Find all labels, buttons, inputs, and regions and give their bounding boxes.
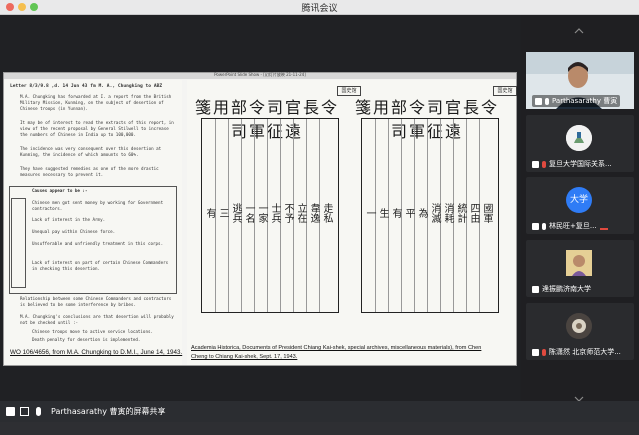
causes-heading: Causes appear to be :- — [32, 188, 88, 193]
participant-4-avatar — [566, 250, 592, 276]
cn2-col-8: 有 — [390, 208, 401, 218]
participant-2-avatar — [566, 125, 592, 151]
doc-right-caption-line-2: Cheng to Chiang Kai-shek, Sept. 17, 1943… — [191, 354, 298, 360]
doc-paragraph-6: M.A. Chungking's conclusions are that de… — [20, 314, 174, 325]
participant-2-name: 复旦大学国际关系... — [549, 160, 612, 168]
participant-tile-3[interactable]: 大学 林民旺+复旦... — [526, 177, 634, 234]
cn1-col-6: 一家 — [256, 203, 267, 223]
mic-icon — [542, 222, 546, 230]
cn2-col-3: 統計 — [455, 203, 466, 223]
cn1-col-2: 韋逸 — [308, 203, 319, 223]
cn1-col-1: 走私 — [321, 203, 332, 223]
participant-3-avatar: 大学 — [566, 187, 592, 213]
doc-right-caption-line-1: Academia Historica, Documents of Preside… — [191, 345, 482, 351]
window-titlebar: 腾讯会议 — [0, 0, 639, 15]
cn1-col-10: 有 — [204, 208, 215, 218]
cn2-col-6: 為 — [416, 208, 427, 218]
participant-3-name: 林民旺+复旦... — [549, 222, 597, 230]
user-icon — [532, 348, 539, 356]
shared-window-title: PowerPoint Slide Show - [幻灯片放映 21-11-24] — [214, 72, 306, 77]
participant-5-name: 陈潇然 北京师范大学... — [549, 348, 621, 356]
participant-1-label: Parthasarathy 曹寅 — [532, 95, 621, 107]
cn2-col-1: 國軍 — [481, 203, 492, 223]
cause-2: Lack of interest in the Army. — [32, 217, 106, 222]
user-icon — [532, 160, 539, 168]
participant-4-label: 逄振鹏济南大学 — [532, 284, 591, 294]
doc-paragraph-3: The incidence was very consequent over t… — [20, 146, 162, 157]
host-icon — [535, 97, 542, 105]
cause-5: Lack of interest on part of certain Chin… — [32, 260, 169, 271]
scroll-up-button[interactable] — [574, 19, 584, 34]
screen-share-status-bar: Parthasarathy 曹寅的屏幕共享 — [0, 401, 639, 422]
signal-icon — [599, 222, 608, 230]
cn1-col-5: 士兵 — [269, 203, 280, 223]
slide-content: Letter 8/3/9.8 ,d. 14 Jun 43 fm M. A., C… — [4, 80, 517, 365]
cn1-col-9: 三 — [217, 208, 228, 218]
cn2-col-10: 一 — [364, 208, 375, 218]
participant-tile-5[interactable]: 陈潇然 北京师范大学... — [526, 303, 634, 360]
doc-paragraph-4: They have suggested remedies as one of t… — [20, 166, 159, 177]
participant-tile-2[interactable]: 复旦大学国际关系... — [526, 115, 634, 172]
doc-paragraph-5: Relationship between some Chinese Comman… — [20, 296, 172, 307]
conclusion-2: Death penalty for desertion is implement… — [32, 337, 141, 342]
mic-icon — [545, 97, 549, 105]
participant-tile-4[interactable]: 逄振鹏济南大学 — [526, 240, 634, 297]
share-screen-icon[interactable] — [20, 407, 29, 416]
chinese-page-2: 箋用部令司官長令司軍征遠 國軍 四由 統計 消耗 消滅 為 平 有 生 一 — [351, 92, 503, 313]
participant-5-label: 陈潇然 北京师范大学... — [532, 347, 621, 357]
cn1-col-8: 逃兵 — [230, 203, 241, 223]
causes-side-box — [11, 198, 26, 288]
cn2-col-7: 平 — [403, 208, 414, 218]
cause-4: Unsufferable and unfriendly treatment in… — [32, 241, 164, 246]
cn1-col-4: 不予 — [282, 203, 293, 223]
cause-3: Unequal pay within Chinese force. — [32, 229, 116, 234]
user-icon — [532, 222, 539, 230]
person-icon[interactable] — [6, 407, 15, 416]
cn2-col-9: 生 — [377, 208, 388, 218]
doc-left-caption: WO 106/4656, from M.A. Chungking to D.M.… — [10, 349, 183, 356]
mic-icon[interactable] — [36, 407, 41, 416]
participant-3-label: 林民旺+复旦... — [532, 221, 608, 231]
chinese-page-2-title: 箋用部令司官長令司軍征遠 — [354, 98, 499, 141]
participant-5-avatar — [566, 313, 592, 339]
conclusion-1: Chinese troops move to active service lo… — [32, 329, 154, 334]
chinese-page-1-title: 箋用部令司官長令司軍征遠 — [194, 98, 339, 141]
mic-muted-icon — [542, 160, 546, 168]
shared-window: PowerPoint Slide Show - [幻灯片放映 21-11-24]… — [3, 72, 517, 366]
bottom-strip — [0, 422, 639, 435]
doc-paragraph-2: It may be of interest to read the extrac… — [20, 120, 174, 137]
chinese-page-1-grid: 走私 韋逸 立在 不予 士兵 一家 一名 逃兵 三 有 — [201, 118, 339, 313]
participant-tile-1[interactable]: Parthasarathy 曹寅 — [526, 52, 634, 109]
chinese-page-2-grid: 國軍 四由 統計 消耗 消滅 為 平 有 生 一 — [361, 118, 499, 313]
share-status-text: Parthasarathy 曹寅的屏幕共享 — [51, 407, 166, 416]
scroll-down-button[interactable] — [574, 387, 584, 402]
cn1-col-3: 立在 — [295, 203, 306, 223]
cn2-col-4: 消耗 — [442, 203, 453, 223]
participant-4-name: 逄振鹏济南大学 — [542, 285, 591, 293]
cn2-col-2: 四由 — [468, 203, 479, 223]
chinese-page-1: 箋用部令司官長令司軍征遠 走私 韋逸 立在 不予 士兵 一家 一名 逃兵 三 有 — [191, 92, 343, 313]
cause-1: Chinese men got sent money by working fo… — [32, 200, 164, 211]
doc-paragraph-1: M.A. Chungking has forwarded at I. a rep… — [20, 94, 172, 111]
mic-muted-icon — [542, 348, 546, 356]
user-icon — [532, 285, 539, 293]
cn2-col-5: 消滅 — [429, 203, 440, 223]
cn1-col-7: 一名 — [243, 203, 254, 223]
participant-2-label: 复旦大学国际关系... — [532, 159, 612, 169]
archive-document-chinese: 国史馆 国史馆 箋用部令司官長令司軍征遠 走私 韋逸 立在 不予 士兵 一家 一… — [187, 80, 517, 365]
shared-window-titlebar: PowerPoint Slide Show - [幻灯片放映 21-11-24] — [4, 72, 516, 79]
doc-header: Letter 8/3/9.8 ,d. 14 Jun 43 fm M. A., C… — [10, 84, 163, 89]
window-title: 腾讯会议 — [301, 4, 338, 14]
archive-document-english: Letter 8/3/9.8 ,d. 14 Jun 43 fm M. A., C… — [4, 80, 182, 365]
participant-1-name: Parthasarathy 曹寅 — [552, 97, 618, 105]
